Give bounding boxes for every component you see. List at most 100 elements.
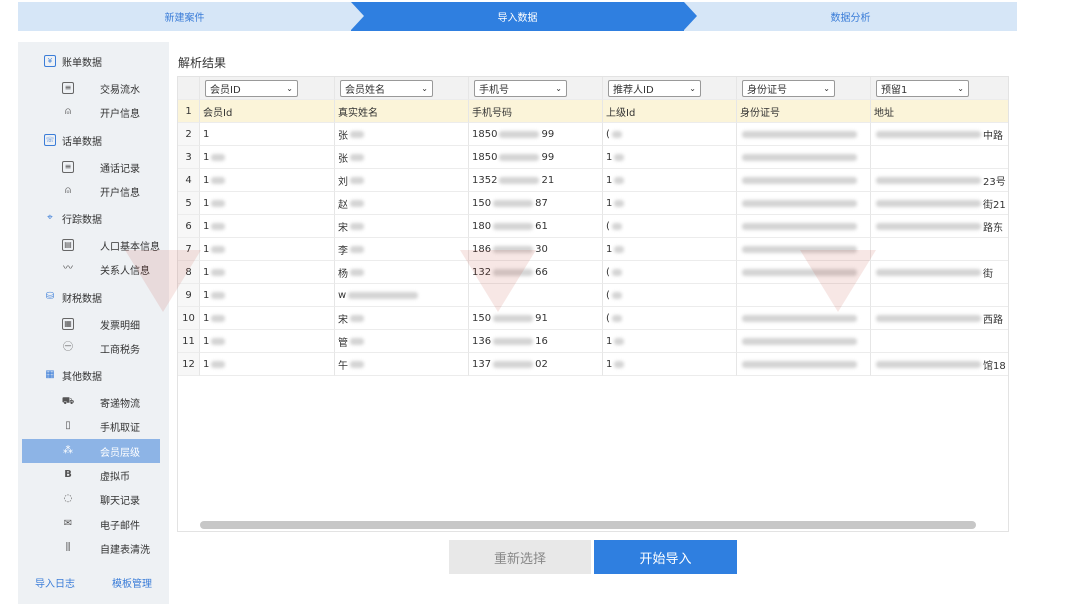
table-cell[interactable]: 1 [200, 238, 335, 261]
table-cell[interactable]: ( [603, 261, 737, 284]
table-cell[interactable]: 1 [603, 353, 737, 376]
sidebar-item-phone-forensics[interactable]: ▯ 手机取证 [22, 414, 160, 438]
table-cell[interactable]: 1 [200, 284, 335, 307]
table-cell[interactable]: ( [603, 215, 737, 238]
horizontal-scrollbar[interactable] [200, 521, 976, 529]
sidebar-item-call-account[interactable]: ⍝ 开户信息 [22, 179, 160, 203]
table-cell[interactable] [737, 146, 871, 169]
sidebar-item-relations[interactable]: 〰 关系人信息 [22, 257, 160, 281]
sidebar-item-custom-table[interactable]: ⫼ 自建表清洗 [22, 536, 160, 560]
column-select-id-card[interactable]: 身份证号 ⌄ [742, 79, 835, 97]
table-cell[interactable] [737, 307, 871, 330]
table-cell[interactable]: 张 [335, 146, 469, 169]
table-cell[interactable]: 150 91 [469, 307, 603, 330]
table-cell[interactable]: ( [603, 284, 737, 307]
table-cell[interactable]: 1 [200, 146, 335, 169]
table-cell[interactable]: 150 87 [469, 192, 603, 215]
sidebar-category-other[interactable]: ▦ 其他数据 [18, 363, 169, 387]
sidebar-category-finance[interactable]: ⛁ 财税数据 [18, 285, 169, 309]
table-cell[interactable]: 张 [335, 123, 469, 146]
table-cell[interactable] [469, 284, 603, 307]
sidebar-item-crypto[interactable]: B 虚拟币 [22, 463, 160, 487]
table-cell[interactable] [737, 192, 871, 215]
table-cell[interactable]: 1352 21 [469, 169, 603, 192]
start-import-button[interactable]: 开始导入 [594, 540, 737, 574]
table-cell[interactable]: 午 [335, 353, 469, 376]
table-cell[interactable]: 李 [335, 238, 469, 261]
table-cell[interactable]: 西路 [871, 307, 1008, 330]
table-cell[interactable]: ( [603, 307, 737, 330]
sidebar-item-logistics[interactable]: ⛟ 寄递物流 [22, 390, 160, 414]
sidebar-item-member-hierarchy[interactable]: ⁂ 会员层级 [22, 439, 160, 463]
table-cell[interactable]: 1 [200, 215, 335, 238]
table-cell[interactable]: 1 [200, 307, 335, 330]
sidebar-item-chat[interactable]: ◌ 聊天记录 [22, 487, 160, 511]
table-cell[interactable] [871, 330, 1008, 353]
table-cell[interactable]: 街21 [871, 192, 1008, 215]
table-cell[interactable] [737, 169, 871, 192]
step-import-data[interactable]: 导入数据 [351, 2, 684, 31]
table-cell[interactable] [737, 330, 871, 353]
sidebar-item-tax[interactable]: ㊀ 工商税务 [22, 336, 160, 360]
table-cell[interactable] [871, 238, 1008, 261]
column-select-member-name[interactable]: 会员姓名 ⌄ [340, 79, 433, 97]
table-cell[interactable]: 1 [603, 192, 737, 215]
table-cell[interactable]: 186 30 [469, 238, 603, 261]
table-cell[interactable] [737, 215, 871, 238]
table-cell[interactable]: 1 [200, 330, 335, 353]
table-cell[interactable]: 1 [200, 123, 335, 146]
table-cell[interactable]: 1 [200, 169, 335, 192]
step-data-analysis[interactable]: 数据分析 [684, 2, 1017, 31]
table-cell[interactable]: 180 61 [469, 215, 603, 238]
table-cell[interactable]: 136 16 [469, 330, 603, 353]
sidebar-item-population[interactable]: ▤ 人口基本信息 [22, 233, 160, 257]
sidebar-item-invoice[interactable]: ▦ 发票明细 [22, 312, 160, 336]
sidebar-category-track[interactable]: ⌖ 行踪数据 [18, 206, 169, 230]
table-cell[interactable]: 路东 [871, 215, 1008, 238]
table-cell[interactable]: 1850 99 [469, 123, 603, 146]
table-cell[interactable]: 1 [603, 146, 737, 169]
table-cell[interactable]: 23号 [871, 169, 1008, 192]
step-new-case[interactable]: 新建案件 [18, 2, 351, 31]
table-cell[interactable] [871, 284, 1008, 307]
table-cell[interactable]: 管 [335, 330, 469, 353]
table-cell[interactable]: 宋 [335, 215, 469, 238]
table-cell[interactable]: 1 [603, 238, 737, 261]
table-cell[interactable]: 1 [200, 353, 335, 376]
column-select-referrer-id[interactable]: 推荐人ID ⌄ [608, 79, 701, 97]
sidebar-category-bill[interactable]: ¥ 账单数据 [18, 49, 169, 73]
table-cell[interactable] [737, 284, 871, 307]
import-log-link[interactable]: 导入日志 [35, 575, 75, 590]
column-select-reserved[interactable]: 预留1 ⌄ [876, 79, 969, 97]
table-cell[interactable]: 132 66 [469, 261, 603, 284]
table-cell[interactable]: 宋 [335, 307, 469, 330]
sidebar-item-transactions[interactable]: ≡ 交易流水 [22, 76, 160, 100]
sidebar-item-bill-account[interactable]: ⍝ 开户信息 [22, 100, 160, 124]
table-cell[interactable]: ( [603, 123, 737, 146]
table-cell[interactable]: 馆18 [871, 353, 1008, 376]
reselect-button[interactable]: 重新选择 [449, 540, 591, 574]
table-cell[interactable]: 137 02 [469, 353, 603, 376]
column-select-phone[interactable]: 手机号 ⌄ [474, 79, 567, 97]
table-cell[interactable]: 1850 99 [469, 146, 603, 169]
table-cell[interactable]: 街 [871, 261, 1008, 284]
column-select-member-id[interactable]: 会员ID ⌄ [205, 79, 298, 97]
template-manage-link[interactable]: 模板管理 [112, 575, 152, 590]
sidebar-item-call-log[interactable]: ≡ 通话记录 [22, 155, 160, 179]
table-cell[interactable]: w [335, 284, 469, 307]
table-cell[interactable]: 杨 [335, 261, 469, 284]
table-cell[interactable]: 1 [200, 192, 335, 215]
table-cell[interactable] [737, 238, 871, 261]
table-cell[interactable]: 1 [603, 169, 737, 192]
table-cell[interactable]: 1 [603, 330, 737, 353]
table-cell[interactable]: 刘 [335, 169, 469, 192]
sidebar-item-email[interactable]: ✉ 电子邮件 [22, 512, 160, 536]
table-cell[interactable] [737, 261, 871, 284]
table-cell[interactable] [737, 353, 871, 376]
table-cell[interactable]: 1 [200, 261, 335, 284]
table-cell[interactable] [871, 146, 1008, 169]
sidebar-category-call[interactable]: ☏ 话单数据 [18, 128, 169, 152]
table-cell[interactable]: 赵 [335, 192, 469, 215]
table-cell[interactable]: 中路 [871, 123, 1008, 146]
table-cell[interactable] [737, 123, 871, 146]
